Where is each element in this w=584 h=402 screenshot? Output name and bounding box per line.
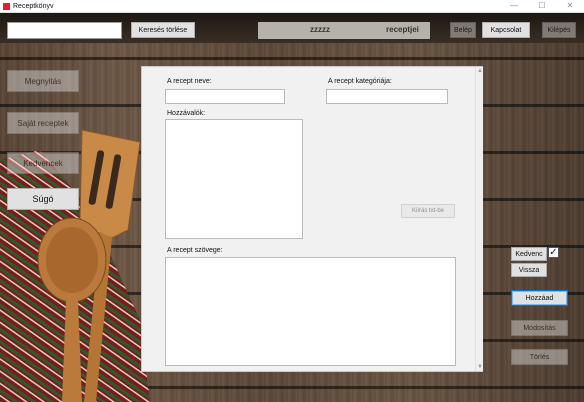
recipe-name-input[interactable] (165, 89, 285, 104)
favorites-button[interactable]: Kedvencek (7, 152, 79, 174)
recipe-text-label: A recept szövege: (167, 247, 223, 254)
recipe-name-label: A recept neve: (167, 78, 212, 85)
close-icon[interactable]: ✕ (556, 0, 584, 13)
back-button[interactable]: Vissza (511, 263, 547, 277)
scroll-up-icon[interactable]: ▲ (476, 67, 484, 75)
delete-button[interactable]: Törlés (511, 349, 568, 365)
favorite-checkbox[interactable]: ✓ (548, 247, 559, 258)
recipe-form-panel: A recept neve: A recept kategóriája: Hoz… (141, 66, 483, 372)
window-title: Receptkönyv (13, 2, 54, 10)
search-input[interactable] (7, 22, 122, 39)
modify-button[interactable]: Módosítás (511, 320, 568, 336)
maximize-icon[interactable]: ☐ (528, 0, 556, 13)
title-bar: Receptkönyv — ☐ ✕ (0, 0, 584, 13)
add-button[interactable]: Hozzáad (511, 290, 568, 306)
ingredients-label: Hozzávalók: (167, 110, 206, 117)
open-button[interactable]: Megnyitás (7, 70, 79, 92)
logout-button[interactable]: Kilépés (542, 22, 576, 38)
recipes-of-text: receptjei (386, 25, 419, 34)
app-icon (3, 2, 10, 10)
contact-button[interactable]: Kapcsolat (482, 22, 530, 38)
export-txt-button[interactable]: Kiírás txt-be (401, 204, 455, 218)
minimize-icon[interactable]: — (500, 0, 528, 13)
help-button[interactable]: Súgó (7, 188, 79, 210)
own-recipes-button[interactable]: Saját receptek (7, 112, 79, 134)
favorite-toggle-label[interactable]: Kedvenc (511, 247, 547, 261)
login-button[interactable]: Belép (450, 22, 476, 38)
user-recipes-banner: zzzzz receptjei (258, 22, 430, 39)
panel-scrollbar[interactable]: ▲ ▼ (475, 67, 483, 371)
clear-search-button[interactable]: Keresés törlése (131, 22, 195, 38)
ingredients-textarea[interactable] (165, 119, 303, 239)
recipe-category-label: A recept kategóriája: (328, 78, 392, 85)
recipe-category-input[interactable] (326, 89, 448, 104)
username-text: zzzzz (310, 25, 330, 34)
recipe-text-textarea[interactable] (165, 257, 456, 366)
scroll-down-icon[interactable]: ▼ (476, 363, 484, 371)
